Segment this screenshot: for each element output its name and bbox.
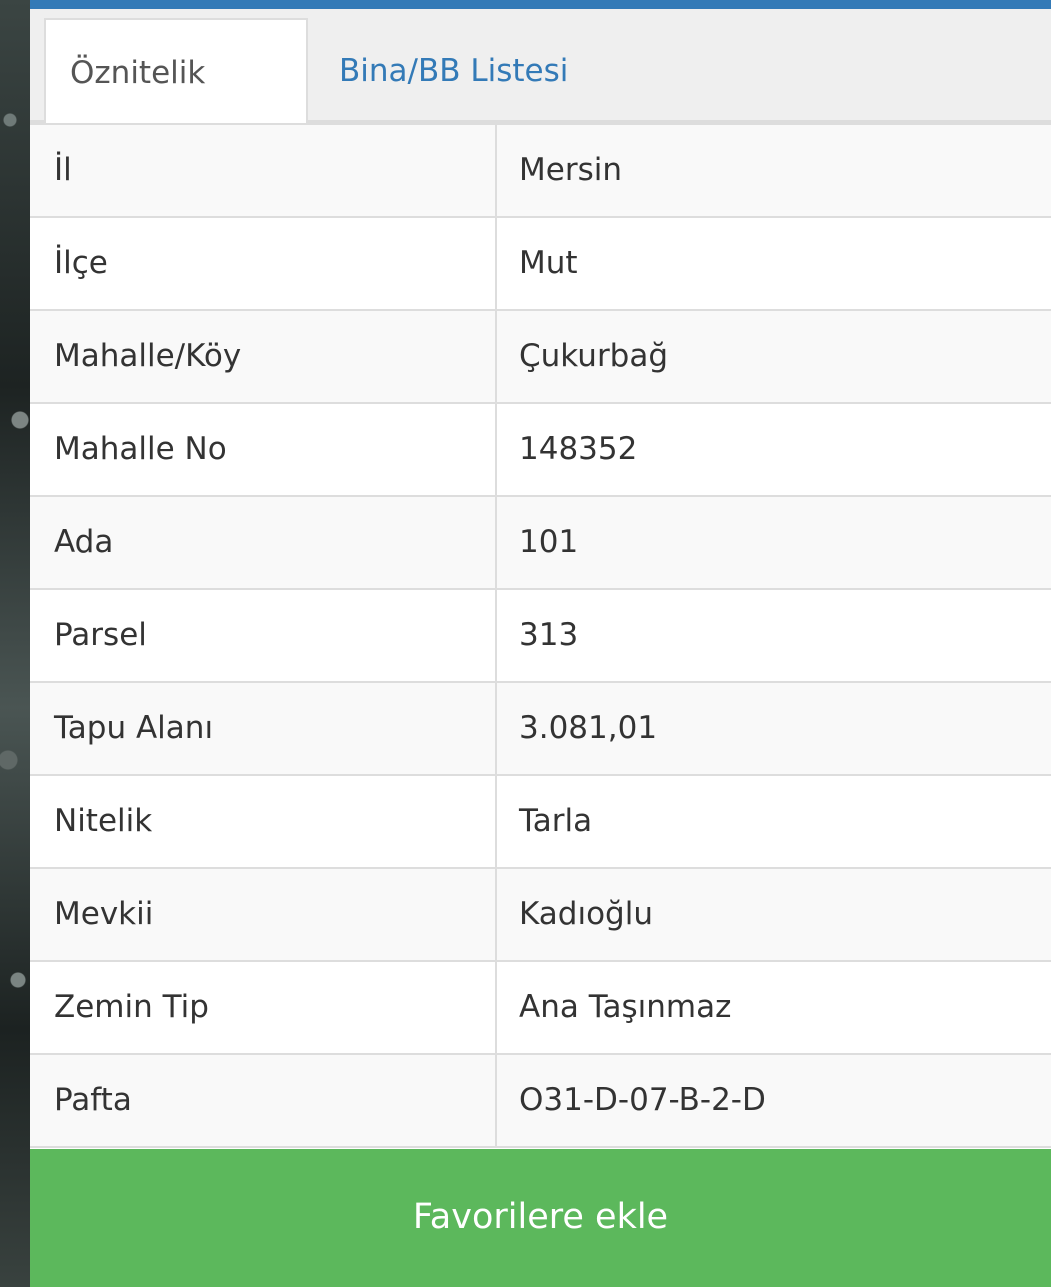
attribute-value: O31-D-07-B-2-D	[519, 1082, 766, 1118]
attribute-key: İlçe	[30, 218, 497, 309]
table-row: Parsel 313	[30, 590, 1051, 683]
attribute-value: 313	[519, 617, 579, 653]
add-to-favorites-button[interactable]: Favorilere ekle	[30, 1149, 1051, 1287]
attribute-key: Ada	[30, 497, 497, 588]
tab-attribute-info[interactable]: Öznitelik Bilgisi	[44, 18, 308, 197]
table-row: Mahalle/Köy Çukurbağ	[30, 311, 1051, 404]
table-row: İl Mersin	[30, 125, 1051, 218]
table-row: Nitelik Tarla	[30, 776, 1051, 869]
panel-top-strip	[30, 0, 1051, 9]
attribute-value: Mut	[519, 245, 578, 281]
attribute-table: İl Mersin İlçe Mut Mahalle/Köy Çukurbağ …	[30, 123, 1051, 1148]
attribute-value: Çukurbağ	[519, 338, 669, 374]
attribute-key: Mevkii	[30, 869, 497, 960]
attribute-value: Ana Taşınmaz	[519, 989, 732, 1025]
table-row: Ada 101	[30, 497, 1051, 590]
attribute-key: İl	[30, 125, 497, 216]
map-background	[0, 0, 32, 1287]
attribute-value: 3.081,01	[519, 710, 658, 746]
table-row: Tapu Alanı 3.081,01	[30, 683, 1051, 776]
tab-bar: Öznitelik Bilgisi Bina/BB Listesi	[30, 9, 1051, 197]
attribute-value: Mersin	[519, 152, 622, 188]
parcel-info-panel: Öznitelik Bilgisi Bina/BB Listesi İl Mer…	[30, 0, 1051, 1287]
attribute-value: 148352	[519, 431, 638, 467]
tab-building-list[interactable]: Bina/BB Listesi	[315, 18, 592, 124]
attribute-key: Zemin Tip	[30, 962, 497, 1053]
table-row: Mevkii Kadıoğlu	[30, 869, 1051, 962]
attribute-key: Nitelik	[30, 776, 497, 867]
table-row: Pafta O31-D-07-B-2-D	[30, 1055, 1051, 1148]
table-row: Zemin Tip Ana Taşınmaz	[30, 962, 1051, 1055]
table-row: Mahalle No 148352	[30, 404, 1051, 497]
attribute-key: Tapu Alanı	[30, 683, 497, 774]
attribute-key: Mahalle/Köy	[30, 311, 497, 402]
attribute-key: Parsel	[30, 590, 497, 681]
attribute-value: Kadıoğlu	[519, 896, 653, 932]
attribute-key: Pafta	[30, 1055, 497, 1146]
attribute-value: Tarla	[519, 803, 593, 839]
attribute-key: Mahalle No	[30, 404, 497, 495]
attribute-value: 101	[519, 524, 579, 560]
table-row: İlçe Mut	[30, 218, 1051, 311]
